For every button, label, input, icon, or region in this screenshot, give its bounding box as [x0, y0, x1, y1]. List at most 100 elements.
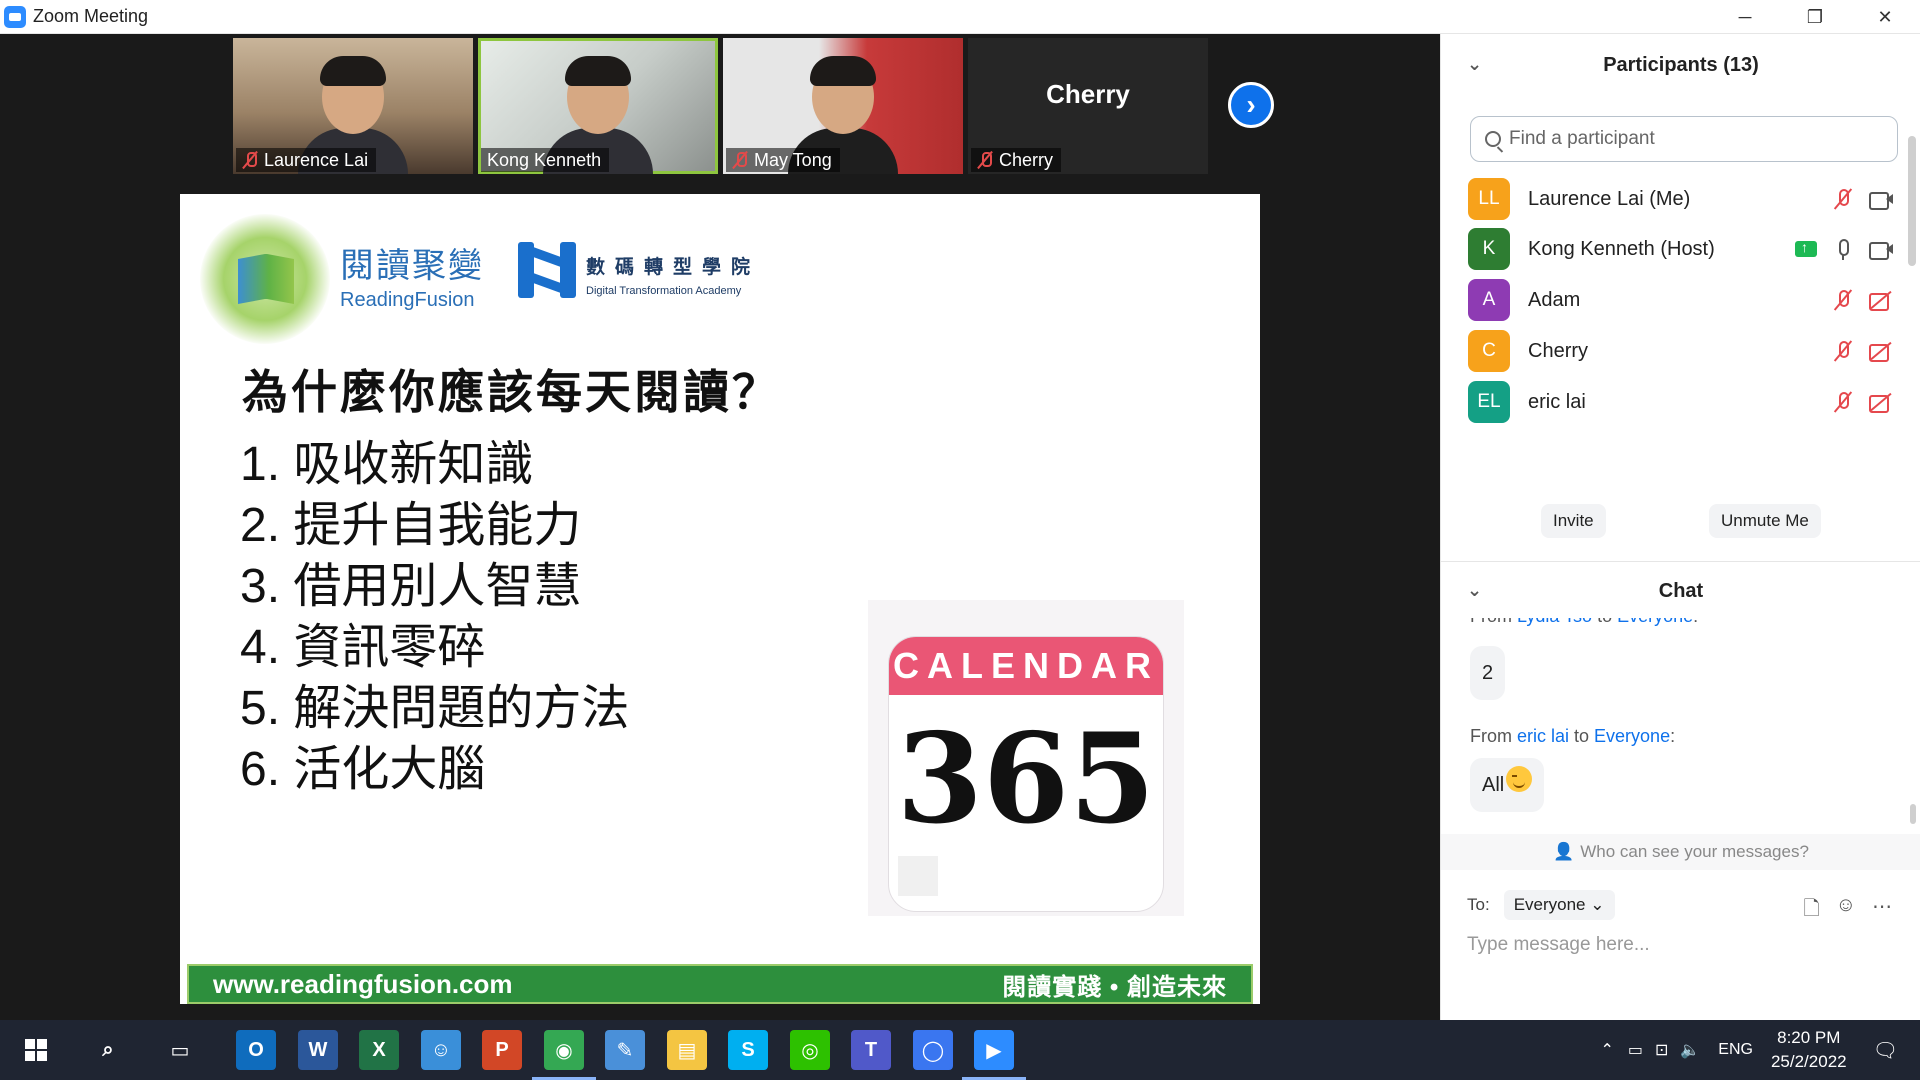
close-button[interactable]: ✕ — [1850, 0, 1920, 34]
language-indicator[interactable]: ENG — [1718, 1041, 1753, 1059]
search-icon[interactable]: ⌕ — [88, 1030, 128, 1070]
participants-header: ⌄ Participants (13) — [1441, 38, 1920, 92]
chat-recipient[interactable]: Everyone — [1617, 618, 1693, 626]
chat-scrollbar[interactable] — [1910, 804, 1916, 824]
participant-list: LL Laurence Lai (Me) K Kong Kenneth (Hos… — [1441, 168, 1907, 446]
windows-start-icon[interactable] — [16, 1030, 56, 1070]
video-camera-icon[interactable] — [1869, 187, 1893, 211]
calendar-image: CALENDAR 365 — [868, 600, 1184, 916]
participant-search-input[interactable]: Find a participant — [1470, 116, 1898, 162]
video-off-icon[interactable] — [1869, 288, 1893, 312]
to-label: To: — [1467, 895, 1490, 914]
mic-muted-icon[interactable] — [1831, 339, 1855, 363]
chevron-down-icon: ⌄ — [1590, 895, 1605, 914]
video-camera-icon[interactable] — [1869, 237, 1893, 261]
chat-header: ⌄ Chat — [1441, 564, 1920, 618]
logo-cn-text: 數碼轉型學院 — [586, 257, 761, 278]
person-icon: 👤 — [1553, 842, 1575, 861]
mic-icon[interactable] — [1831, 237, 1855, 261]
participant-name: Cherry — [1528, 339, 1589, 362]
tile-name: Cherry — [999, 149, 1054, 170]
zoom-app-icon — [4, 5, 26, 28]
shared-screen-slide: 閱讀聚變 ReadingFusion 數碼轉型學院 Digital Transf… — [180, 194, 1260, 1004]
outlook-app-icon[interactable]: O — [236, 1030, 276, 1070]
window-controls: ─ ❐ ✕ — [1710, 0, 1920, 34]
calendar-header: CALENDAR — [889, 637, 1163, 695]
participant-name: Laurence Lai (Me) — [1528, 187, 1691, 210]
chevron-down-icon[interactable]: ⌄ — [1467, 54, 1482, 75]
chat-tools: 🗋 ☺ ⋯ — [1803, 894, 1892, 928]
mic-muted-icon[interactable] — [1831, 187, 1855, 211]
battery-icon[interactable]: ▭ — [1628, 1040, 1643, 1060]
participant-name: eric lai — [1528, 390, 1586, 413]
chat-sender[interactable]: eric lai — [1517, 726, 1569, 746]
contacts-app-icon[interactable]: ☺ — [421, 1030, 461, 1070]
video-tile[interactable]: May Tong — [723, 38, 963, 174]
word-app-icon[interactable]: W — [298, 1030, 338, 1070]
powerpoint-app-icon[interactable]: P — [482, 1030, 522, 1070]
emoji-icon[interactable]: ☺ — [1836, 894, 1856, 928]
calendar-number: 365 — [896, 707, 1156, 852]
dta-logo-text: 數碼轉型學院 Digital Transformation Academy — [586, 252, 760, 297]
screen-share-icon — [1795, 239, 1817, 257]
chevron-down-icon[interactable]: ⌄ — [1467, 580, 1482, 601]
chat-message-header: From Lydia Tso to Everyone: — [1470, 618, 1698, 627]
avatar: LL — [1468, 178, 1510, 220]
logo-cn-text: 閱讀聚變 — [340, 247, 484, 285]
next-page-arrow-icon[interactable]: › — [1228, 82, 1274, 128]
chrome-app-icon[interactable]: ◉ — [532, 1030, 596, 1080]
avatar: A — [1468, 279, 1510, 321]
slide-list-item: 4. 資訊零碎 — [240, 621, 486, 674]
chat-bubble: All — [1470, 758, 1545, 812]
slide-list-item: 2. 提升自我能力 — [240, 499, 582, 552]
file-icon[interactable]: 🗋 — [1803, 894, 1819, 928]
more-options-icon[interactable]: ⋯ — [1872, 894, 1892, 928]
section-divider — [1441, 561, 1920, 562]
minimize-button[interactable]: ─ — [1710, 0, 1780, 34]
task-view-icon[interactable]: ▭ — [160, 1030, 200, 1070]
skype-app-icon[interactable]: S — [728, 1030, 768, 1070]
recipient-dropdown[interactable]: Everyone ⌄ — [1503, 890, 1615, 920]
unmute-me-button[interactable]: Unmute Me — [1709, 504, 1821, 538]
readingfusion-logo-text: 閱讀聚變 ReadingFusion — [340, 238, 484, 312]
video-tile[interactable]: Laurence Lai — [233, 38, 473, 174]
notifications-icon[interactable]: 🗨 — [1873, 1038, 1898, 1063]
tile-name: May Tong — [754, 149, 832, 170]
explorer-app-icon[interactable]: ▤ — [667, 1030, 707, 1070]
signal-app-icon[interactable]: ◯ — [913, 1030, 953, 1070]
restore-button[interactable]: ❐ — [1780, 0, 1850, 34]
participant-name: Kong Kenneth (Host) — [1528, 237, 1715, 260]
volume-icon[interactable]: 🔈 — [1680, 1040, 1700, 1060]
footer-slogan: 閱讀實踐 • 創造未來 — [1002, 973, 1227, 1001]
participant-list-scrollbar[interactable] — [1908, 136, 1916, 266]
participant-name: Adam — [1528, 288, 1581, 311]
tile-name-label: Cherry — [971, 148, 1062, 172]
windows-taskbar: ⌕ ▭ O W X ☺ P ◉ ✎ ▤ S ◎ T ◯ ▶ ⌃ ▭ ⊡ 🔈 ENG 8:20 PM 25… — [0, 1020, 1920, 1080]
network-icon[interactable]: ⊡ — [1655, 1040, 1668, 1060]
paint-app-icon[interactable]: ✎ — [605, 1030, 645, 1070]
video-strip: Laurence Lai Kong Kenneth May Tong Cherr… — [0, 34, 1440, 194]
video-off-icon[interactable] — [1869, 390, 1893, 414]
video-off-icon[interactable] — [1869, 339, 1893, 363]
clock[interactable]: 8:20 PM 25/2/2022 — [1771, 1026, 1847, 1074]
participant-row[interactable]: EL eric lai — [1441, 371, 1907, 433]
tile-name: Kong Kenneth — [487, 149, 602, 170]
invite-button[interactable]: Invite — [1541, 504, 1606, 538]
dta-logo — [518, 242, 576, 298]
chevron-up-icon[interactable]: ⌃ — [1600, 1040, 1613, 1060]
mic-muted-icon[interactable] — [1831, 390, 1855, 414]
chat-message-input[interactable]: Type message here... — [1467, 934, 1650, 956]
chat-recipient[interactable]: Everyone — [1594, 726, 1670, 746]
mic-muted-icon[interactable] — [1831, 288, 1855, 312]
video-tile-active-speaker[interactable]: Kong Kenneth — [478, 38, 718, 174]
zoom-app-icon[interactable]: ▶ — [962, 1030, 1026, 1080]
excel-app-icon[interactable]: X — [359, 1030, 399, 1070]
wechat-app-icon[interactable]: ◎ — [790, 1030, 830, 1070]
slide-footer: www.readingfusion.com 閱讀實踐 • 創造未來 — [187, 964, 1253, 1004]
chat-sender[interactable]: Lydia Tso — [1517, 618, 1592, 626]
teams-app-icon[interactable]: T — [851, 1030, 891, 1070]
video-tile[interactable]: Cherry Cherry — [968, 38, 1208, 174]
chat-recipient-row: To: Everyone ⌄ — [1467, 890, 1615, 920]
slide-heading: 為什麼你應該每天閱讀？ — [242, 366, 781, 418]
who-can-see-messages[interactable]: 👤 Who can see your messages? — [1441, 834, 1920, 870]
